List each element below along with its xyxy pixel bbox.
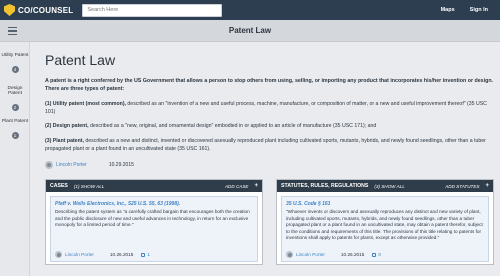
- sidebar-item-design-patent[interactable]: Design Patent 2: [0, 86, 30, 114]
- sidebar-item-label: Plant Patent: [1, 119, 29, 124]
- page-header-bar: Patent Law: [0, 20, 500, 42]
- logo[interactable]: CO/COUNSEL: [4, 0, 73, 20]
- sign-in-link[interactable]: Sign In: [470, 7, 488, 13]
- cases-panel: CASES (1) SHOW ALL ADD CASE + Pfaff v. W…: [45, 179, 263, 265]
- plus-icon[interactable]: +: [485, 183, 489, 189]
- case-card[interactable]: Pfaff v. Wells Electronics, Inc., 525 U.…: [50, 196, 258, 262]
- intro-text: A patent is a right conferred by the US …: [45, 78, 494, 93]
- plus-icon[interactable]: +: [254, 183, 258, 189]
- avatar: [55, 251, 62, 258]
- card-meta: Lincoln Porter 10.26.2015 0: [286, 251, 381, 258]
- type-lead: (2) Design patent,: [45, 123, 89, 129]
- panel-title: STATUTES, RULES, REGULATIONS: [281, 183, 369, 189]
- post-date: 10.29.2015: [108, 162, 134, 168]
- add-statutes-link[interactable]: ADD STATUTES: [445, 184, 479, 189]
- top-navigation-bar: CO/COUNSEL Maps Sign In: [0, 0, 500, 20]
- case-title-link[interactable]: Pfaff v. Wells Electronics, Inc., 525 U.…: [55, 201, 253, 207]
- thumbs-up-icon: [141, 252, 146, 257]
- case-summary: Describing the patent system as "a caref…: [55, 209, 250, 228]
- main-content: Patent Law A patent is a right conferred…: [36, 42, 496, 276]
- type-lead: (1) Utility patent (most common),: [45, 101, 126, 107]
- like-button[interactable]: 0: [372, 252, 381, 257]
- add-case-link[interactable]: ADD CASE: [225, 184, 249, 189]
- avatar: [286, 251, 293, 258]
- like-count: 0: [378, 252, 381, 257]
- like-button[interactable]: 1: [141, 252, 150, 257]
- author-name-link[interactable]: Lincoln Porter: [56, 162, 87, 168]
- thumbs-up-icon: [372, 252, 377, 257]
- search-input[interactable]: [82, 3, 223, 17]
- post-date: 10.26.2015: [340, 252, 365, 257]
- sidebar-item-label: Utility Patent: [1, 53, 29, 58]
- cases-panel-header: CASES (1) SHOW ALL ADD CASE +: [46, 180, 262, 192]
- statute-title-link[interactable]: 35 U.S. Code § 161: [286, 201, 484, 207]
- post-date: 10.26.2015: [109, 252, 134, 257]
- panel-title: CASES: [50, 183, 68, 189]
- count-badge: 2: [11, 104, 19, 111]
- avatar: [45, 161, 53, 169]
- statutes-panel: STATUTES, RULES, REGULATIONS (3) SHOW AL…: [276, 179, 494, 265]
- card-meta: Lincoln Porter 10.26.2015 1: [55, 251, 150, 258]
- top-links: Maps Sign In: [441, 7, 488, 13]
- author-name-link[interactable]: Lincoln Porter: [296, 252, 325, 257]
- count-badge: 1: [11, 132, 19, 139]
- plant-patent-description: (3) Plant patent, described as a new and…: [45, 138, 495, 153]
- show-all-cases-link[interactable]: (1) SHOW ALL: [74, 184, 104, 189]
- page-title: Patent Law: [45, 52, 116, 68]
- page-author: Lincoln Porter 10.29.2015: [45, 161, 134, 169]
- sidebar: Utility Patent 4 Design Patent 2 Plant P…: [0, 42, 30, 276]
- author-name-link[interactable]: Lincoln Porter: [65, 252, 94, 257]
- design-patent-description: (2) Design patent, described as a "new, …: [45, 123, 495, 131]
- type-text: described as a "new, original, and ornam…: [88, 123, 377, 129]
- show-all-statutes-link[interactable]: (3) SHOW ALL: [374, 184, 404, 189]
- maps-link[interactable]: Maps: [441, 7, 455, 13]
- sidebar-item-label: Design Patent: [7, 86, 23, 96]
- logo-text: CO/COUNSEL: [18, 5, 74, 15]
- sidebar-item-plant-patent[interactable]: Plant Patent 1: [0, 119, 30, 142]
- header-title: Patent Law: [228, 26, 272, 35]
- utility-patent-description: (1) Utility patent (most common), descri…: [45, 101, 495, 116]
- like-count: 1: [147, 252, 150, 257]
- count-badge: 4: [11, 66, 19, 73]
- logo-icon: [4, 4, 15, 16]
- type-text: described as a new and distinct, invente…: [45, 138, 486, 152]
- statutes-panel-header: STATUTES, RULES, REGULATIONS (3) SHOW AL…: [277, 180, 493, 192]
- statute-text: "Whoever invents or discovers and asexua…: [286, 209, 483, 241]
- sidebar-item-utility-patent[interactable]: Utility Patent 4: [0, 53, 30, 76]
- statute-card[interactable]: 35 U.S. Code § 161 "Whoever invents or d…: [281, 196, 489, 262]
- menu-icon[interactable]: [8, 27, 17, 35]
- type-lead: (3) Plant patent,: [45, 138, 84, 144]
